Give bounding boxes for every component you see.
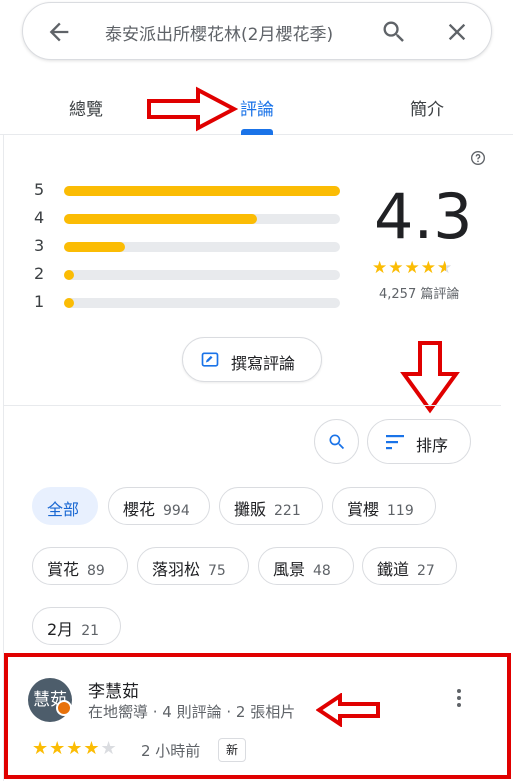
histogram-fill [64, 242, 125, 252]
histogram-track [64, 214, 340, 224]
chip-label: 2月 [47, 620, 74, 639]
local-guide-badge-icon [56, 700, 72, 716]
chip-label: 賞花 [47, 560, 80, 579]
chip-label: 風景 [273, 560, 306, 579]
reviewer-meta: 在地嚮導 · 4 則評論 · 2 張相片 [88, 703, 296, 721]
search-input[interactable]: 泰安派出所櫻花林(2月櫻花季) [105, 20, 333, 45]
histogram-label: 5 [34, 180, 45, 199]
chip-count: 994 [163, 503, 190, 519]
search-icon[interactable] [380, 18, 408, 46]
chip-label: 櫻花 [123, 500, 156, 519]
chip-count: 119 [387, 503, 414, 519]
annotation-arrow-right-icon [147, 86, 238, 132]
chip-label: 鐵道 [377, 560, 410, 579]
search-bar[interactable]: 泰安派出所櫻花林(2月櫻花季) [22, 2, 492, 60]
chip-vendors[interactable]: 攤販 221 [219, 487, 323, 525]
chip-count: 221 [274, 503, 301, 519]
back-arrow-icon[interactable] [45, 18, 73, 46]
review-stars: ★★★★★ [32, 738, 118, 759]
histogram-track [64, 298, 340, 308]
histogram-fill [64, 298, 74, 308]
more-vert-icon[interactable] [456, 688, 462, 708]
histogram-fill [64, 186, 340, 196]
review-count: 4,257 篇評論 [379, 287, 460, 302]
annotation-arrow-down-icon [400, 341, 460, 414]
sort-icon [386, 435, 404, 450]
chip-sakura[interactable]: 櫻花 994 [108, 487, 210, 525]
search-icon [329, 434, 345, 450]
tab-about[interactable]: 簡介 [410, 95, 444, 120]
chip-count: 89 [87, 563, 105, 579]
histogram-label: 3 [34, 236, 45, 255]
histogram-label: 1 [34, 292, 45, 311]
histogram-label: 4 [34, 208, 45, 227]
chip-flower-viewing[interactable]: 賞花 89 [32, 547, 128, 585]
chip-all[interactable]: 全部 [32, 487, 98, 525]
reviewer-name[interactable]: 李慧茹 [88, 677, 139, 702]
tab-reviews[interactable]: 評論 [240, 95, 274, 120]
sort-label: 排序 [416, 436, 449, 455]
average-stars: ★★★★★ ★ [372, 258, 454, 278]
average-rating: 4.3 [374, 180, 473, 253]
chip-cherry-viewing[interactable]: 賞櫻 119 [332, 487, 436, 525]
write-review-label: 撰寫評論 [231, 354, 296, 373]
histogram-track [64, 270, 340, 280]
review-time: 2 小時前 [141, 742, 201, 760]
sort-button[interactable]: 排序 [367, 419, 471, 464]
tab-overview[interactable]: 總覽 [69, 95, 103, 120]
chip-count: 75 [208, 563, 226, 579]
annotation-arrow-left-icon [316, 693, 380, 727]
chip-february[interactable]: 2月 21 [32, 607, 121, 645]
histogram-fill [64, 270, 74, 280]
chip-label: 攤販 [234, 500, 267, 519]
histogram-track [64, 242, 340, 252]
search-reviews-button[interactable] [314, 419, 359, 464]
chip-label: 落羽松 [152, 560, 201, 579]
chip-label: 全部 [47, 500, 80, 519]
chip-count: 21 [81, 623, 100, 639]
help-icon[interactable] [470, 150, 486, 166]
histogram-track [64, 186, 340, 196]
chip-railway[interactable]: 鐵道 27 [362, 547, 457, 585]
histogram-fill [64, 214, 257, 224]
chip-scenery[interactable]: 風景 48 [258, 547, 354, 585]
new-badge: 新 [218, 738, 246, 762]
review-stars-filled: ★★★★ [32, 738, 101, 759]
close-icon[interactable] [443, 18, 471, 46]
tab-bar: 總覽 評論 簡介 [0, 60, 513, 135]
write-review-icon [201, 352, 219, 367]
write-review-button[interactable]: 撰寫評論 [182, 337, 322, 382]
chip-label: 賞櫻 [347, 500, 380, 519]
chip-count: 48 [313, 563, 331, 579]
review-stars-empty: ★ [100, 738, 118, 759]
chip-count: 27 [417, 563, 435, 579]
histogram-label: 2 [34, 264, 45, 283]
section-divider [3, 405, 501, 406]
active-tab-indicator [241, 129, 273, 135]
chip-bald-cypress[interactable]: 落羽松 75 [137, 547, 249, 585]
